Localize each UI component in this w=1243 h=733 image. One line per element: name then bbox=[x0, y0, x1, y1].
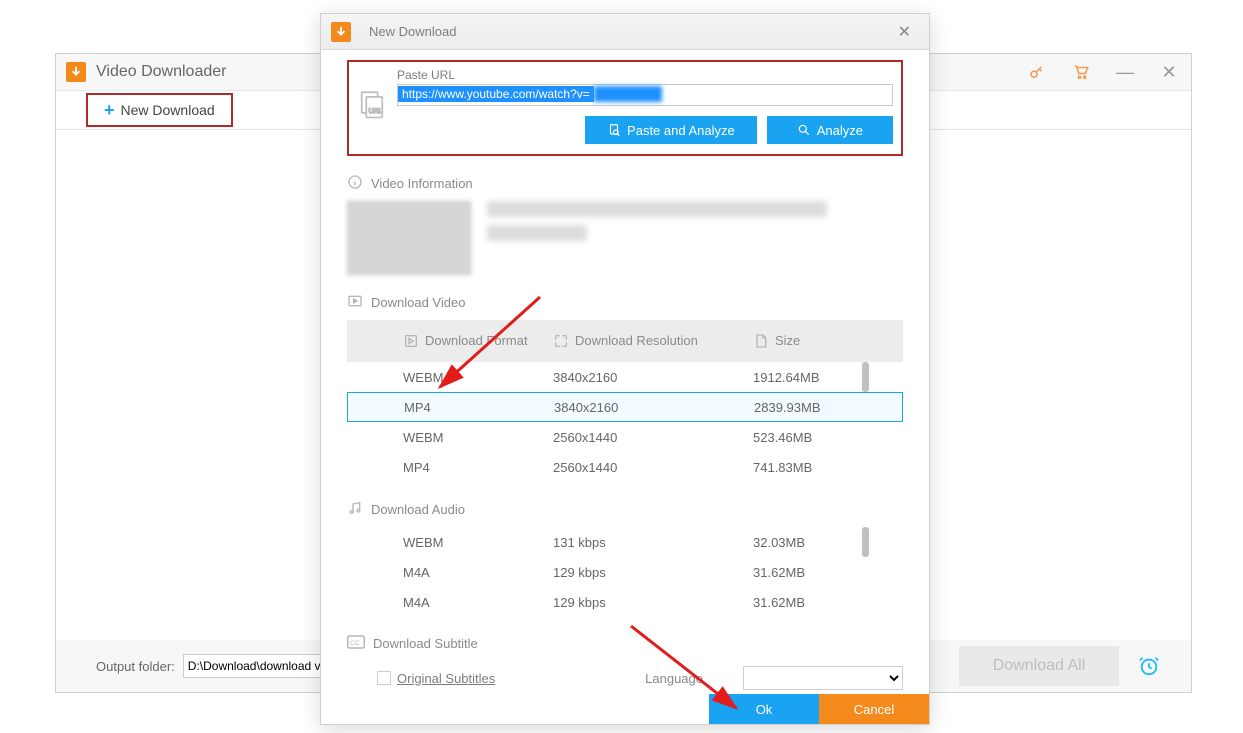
video-row[interactable]: MP42560x1440741.83MB bbox=[347, 452, 903, 482]
format-cell: WEBM bbox=[403, 370, 553, 385]
resolution-icon bbox=[553, 333, 569, 349]
dialog-logo-icon bbox=[331, 22, 351, 42]
format-icon bbox=[403, 333, 419, 349]
bitrate-cell: 131 kbps bbox=[553, 535, 753, 550]
resolution-cell: 2560x1440 bbox=[553, 430, 753, 445]
new-download-button[interactable]: + New Download bbox=[88, 95, 231, 125]
highlight-box-new-download: + New Download bbox=[86, 93, 233, 127]
video-scrollbar[interactable] bbox=[862, 362, 869, 392]
new-download-dialog: New Download ✕ URL Paste URL https://www… bbox=[320, 13, 930, 725]
checkbox-icon bbox=[377, 671, 391, 685]
url-input[interactable]: https://www.youtube.com/watch?v=xxxxxxxx… bbox=[397, 84, 893, 106]
audio-row[interactable]: WEBM131 kbps32.03MB bbox=[347, 527, 903, 557]
download-all-button[interactable]: Download All bbox=[959, 646, 1119, 686]
info-icon bbox=[347, 174, 363, 193]
analyze-label: Analyze bbox=[817, 123, 863, 138]
ok-button[interactable]: Ok bbox=[709, 694, 819, 724]
video-table-header: Download Format Download Resolution Size bbox=[347, 320, 903, 362]
video-row[interactable]: WEBM2560x1440523.46MB bbox=[347, 422, 903, 452]
format-cell: MP4 bbox=[403, 460, 553, 475]
audio-row[interactable]: M4A129 kbps31.62MB bbox=[347, 557, 903, 587]
original-subtitles-checkbox[interactable]: Original Subtitles bbox=[377, 671, 495, 686]
dialog-close-icon[interactable]: ✕ bbox=[890, 18, 919, 46]
url-blurred-part: xxxxxxxxxx bbox=[594, 86, 662, 102]
language-label: Language bbox=[645, 671, 703, 686]
size-cell: 32.03MB bbox=[753, 535, 903, 550]
dialog-titlebar: New Download ✕ bbox=[321, 14, 929, 50]
dialog-title: New Download bbox=[369, 24, 456, 39]
format-cell: MP4 bbox=[404, 400, 554, 415]
minimize-icon[interactable]: — bbox=[1103, 54, 1147, 90]
bitrate-cell: 129 kbps bbox=[553, 565, 753, 580]
plus-icon: + bbox=[104, 100, 115, 121]
video-information-header: Video Information bbox=[347, 174, 903, 193]
analyze-button[interactable]: Analyze bbox=[767, 116, 893, 144]
svg-text:URL: URL bbox=[369, 108, 383, 115]
audio-scrollbar[interactable] bbox=[862, 527, 869, 557]
size-icon bbox=[753, 333, 769, 349]
alarm-clock-icon[interactable] bbox=[1127, 646, 1171, 686]
download-subtitle-header: CC Download Subtitle bbox=[347, 635, 903, 652]
url-value: https://www.youtube.com/watch?v= bbox=[398, 86, 594, 102]
video-row[interactable]: MP43840x21602839.93MB bbox=[347, 392, 903, 422]
paste-analyze-label: Paste and Analyze bbox=[627, 123, 735, 138]
video-title-blurred bbox=[487, 201, 827, 217]
size-cell: 1912.64MB bbox=[753, 370, 903, 385]
bitrate-cell: 129 kbps bbox=[553, 595, 753, 610]
cc-icon: CC bbox=[347, 635, 365, 652]
svg-text:CC: CC bbox=[350, 640, 360, 647]
resolution-cell: 2560x1440 bbox=[553, 460, 753, 475]
paste-and-analyze-button[interactable]: Paste and Analyze bbox=[585, 116, 757, 144]
close-icon[interactable]: ✕ bbox=[1147, 54, 1191, 90]
clipboard-url-icon: URL bbox=[357, 68, 387, 144]
cancel-button[interactable]: Cancel bbox=[819, 694, 929, 724]
app-title: Video Downloader bbox=[96, 63, 226, 81]
download-video-header: Download Video bbox=[347, 293, 903, 312]
cart-icon[interactable] bbox=[1059, 54, 1103, 90]
size-cell: 523.46MB bbox=[753, 430, 903, 445]
key-icon[interactable] bbox=[1015, 54, 1059, 90]
audio-row[interactable]: M4A129 kbps31.62MB bbox=[347, 587, 903, 617]
video-info-block bbox=[347, 201, 903, 275]
size-cell: 31.62MB bbox=[753, 595, 903, 610]
download-audio-header: Download Audio bbox=[347, 500, 903, 519]
format-cell: WEBM bbox=[403, 535, 553, 550]
highlight-box-url: URL Paste URL https://www.youtube.com/wa… bbox=[347, 60, 903, 156]
resolution-cell: 3840x2160 bbox=[553, 370, 753, 385]
size-cell: 741.83MB bbox=[753, 460, 903, 475]
video-thumbnail bbox=[347, 201, 471, 275]
video-subtitle-blurred bbox=[487, 225, 587, 241]
output-folder-input[interactable] bbox=[183, 654, 343, 678]
paste-url-label: Paste URL bbox=[397, 68, 893, 82]
audio-icon bbox=[347, 500, 363, 519]
output-folder-label: Output folder: bbox=[96, 659, 175, 674]
language-select[interactable] bbox=[743, 666, 903, 690]
size-cell: 31.62MB bbox=[753, 565, 903, 580]
format-cell: M4A bbox=[403, 565, 553, 580]
video-row[interactable]: WEBM3840x21601912.64MB bbox=[347, 362, 903, 392]
new-download-label: New Download bbox=[121, 102, 215, 118]
format-cell: M4A bbox=[403, 595, 553, 610]
video-icon bbox=[347, 293, 363, 312]
app-logo-icon bbox=[66, 62, 86, 82]
dialog-footer: Ok Cancel bbox=[321, 694, 929, 724]
size-cell: 2839.93MB bbox=[754, 400, 902, 415]
format-cell: WEBM bbox=[403, 430, 553, 445]
resolution-cell: 3840x2160 bbox=[554, 400, 754, 415]
